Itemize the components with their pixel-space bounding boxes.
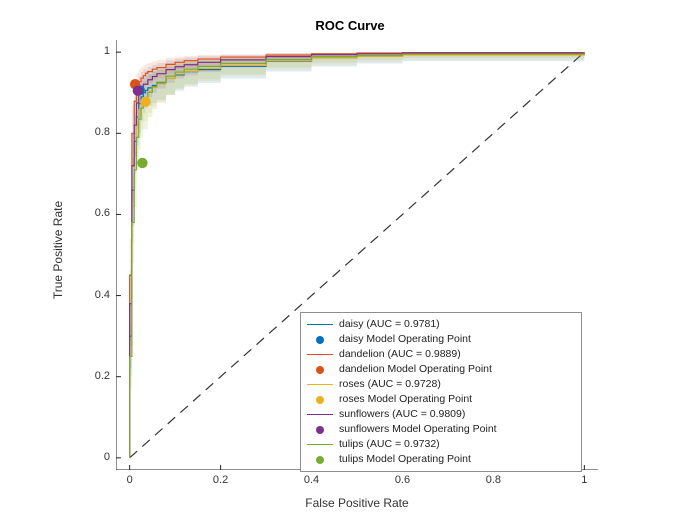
x-tick-label: 0.8 <box>473 474 513 486</box>
legend-line-icon <box>307 377 333 392</box>
legend-line-icon <box>307 317 333 332</box>
legend-line-icon <box>307 407 333 422</box>
x-tick-label: 1 <box>564 474 604 486</box>
legend-item: dandelion Model Operating Point <box>307 362 575 377</box>
y-tick-label: 1 <box>30 45 110 57</box>
legend-item: daisy (AUC = 0.9781) <box>307 317 575 332</box>
legend-item-label: dandelion Model Operating Point <box>333 362 492 377</box>
legend-marker-icon <box>307 422 333 437</box>
legend-item-label: roses Model Operating Point <box>333 392 472 407</box>
legend-line-icon <box>307 437 333 452</box>
legend-item: sunflowers (AUC = 0.9809) <box>307 407 575 422</box>
y-tick-label: 0.6 <box>30 207 110 219</box>
y-tick-label: 0.4 <box>30 289 110 301</box>
x-tick-label: 0 <box>110 474 150 486</box>
legend: daisy (AUC = 0.9781)daisy Model Operatin… <box>300 312 582 472</box>
legend-item-label: daisy Model Operating Point <box>333 332 471 347</box>
legend-item: tulips (AUC = 0.9732) <box>307 437 575 452</box>
legend-line-icon <box>307 347 333 362</box>
legend-item-label: sunflowers (AUC = 0.9809) <box>333 407 465 422</box>
legend-marker-icon <box>307 362 333 377</box>
legend-item: dandelion (AUC = 0.9889) <box>307 347 575 362</box>
legend-item: sunflowers Model Operating Point <box>307 422 575 437</box>
legend-item: tulips Model Operating Point <box>307 452 575 467</box>
x-tick-label: 0.2 <box>201 474 241 486</box>
legend-marker-icon <box>307 392 333 407</box>
legend-item: daisy Model Operating Point <box>307 332 575 347</box>
x-tick-label: 0.4 <box>292 474 332 486</box>
y-tick-label: 0 <box>30 451 110 463</box>
legend-item-label: sunflowers Model Operating Point <box>333 422 497 437</box>
x-axis-label: False Positive Rate <box>305 496 408 510</box>
legend-item-label: roses (AUC = 0.9728) <box>333 377 441 392</box>
legend-marker-icon <box>307 332 333 347</box>
x-tick-label: 0.6 <box>382 474 422 486</box>
legend-item: roses (AUC = 0.9728) <box>307 377 575 392</box>
figure: ROC Curve True Positive Rate 00.20.40.60… <box>0 0 700 525</box>
legend-item-label: dandelion (AUC = 0.9889) <box>333 347 461 362</box>
y-tick-label: 0.2 <box>30 370 110 382</box>
y-tick-label: 0.8 <box>30 126 110 138</box>
chart-title: ROC Curve <box>0 18 700 33</box>
legend-item-label: tulips Model Operating Point <box>333 452 471 467</box>
legend-item-label: tulips (AUC = 0.9732) <box>333 437 440 452</box>
legend-item-label: daisy (AUC = 0.9781) <box>333 317 440 332</box>
legend-marker-icon <box>307 452 333 467</box>
legend-item: roses Model Operating Point <box>307 392 575 407</box>
